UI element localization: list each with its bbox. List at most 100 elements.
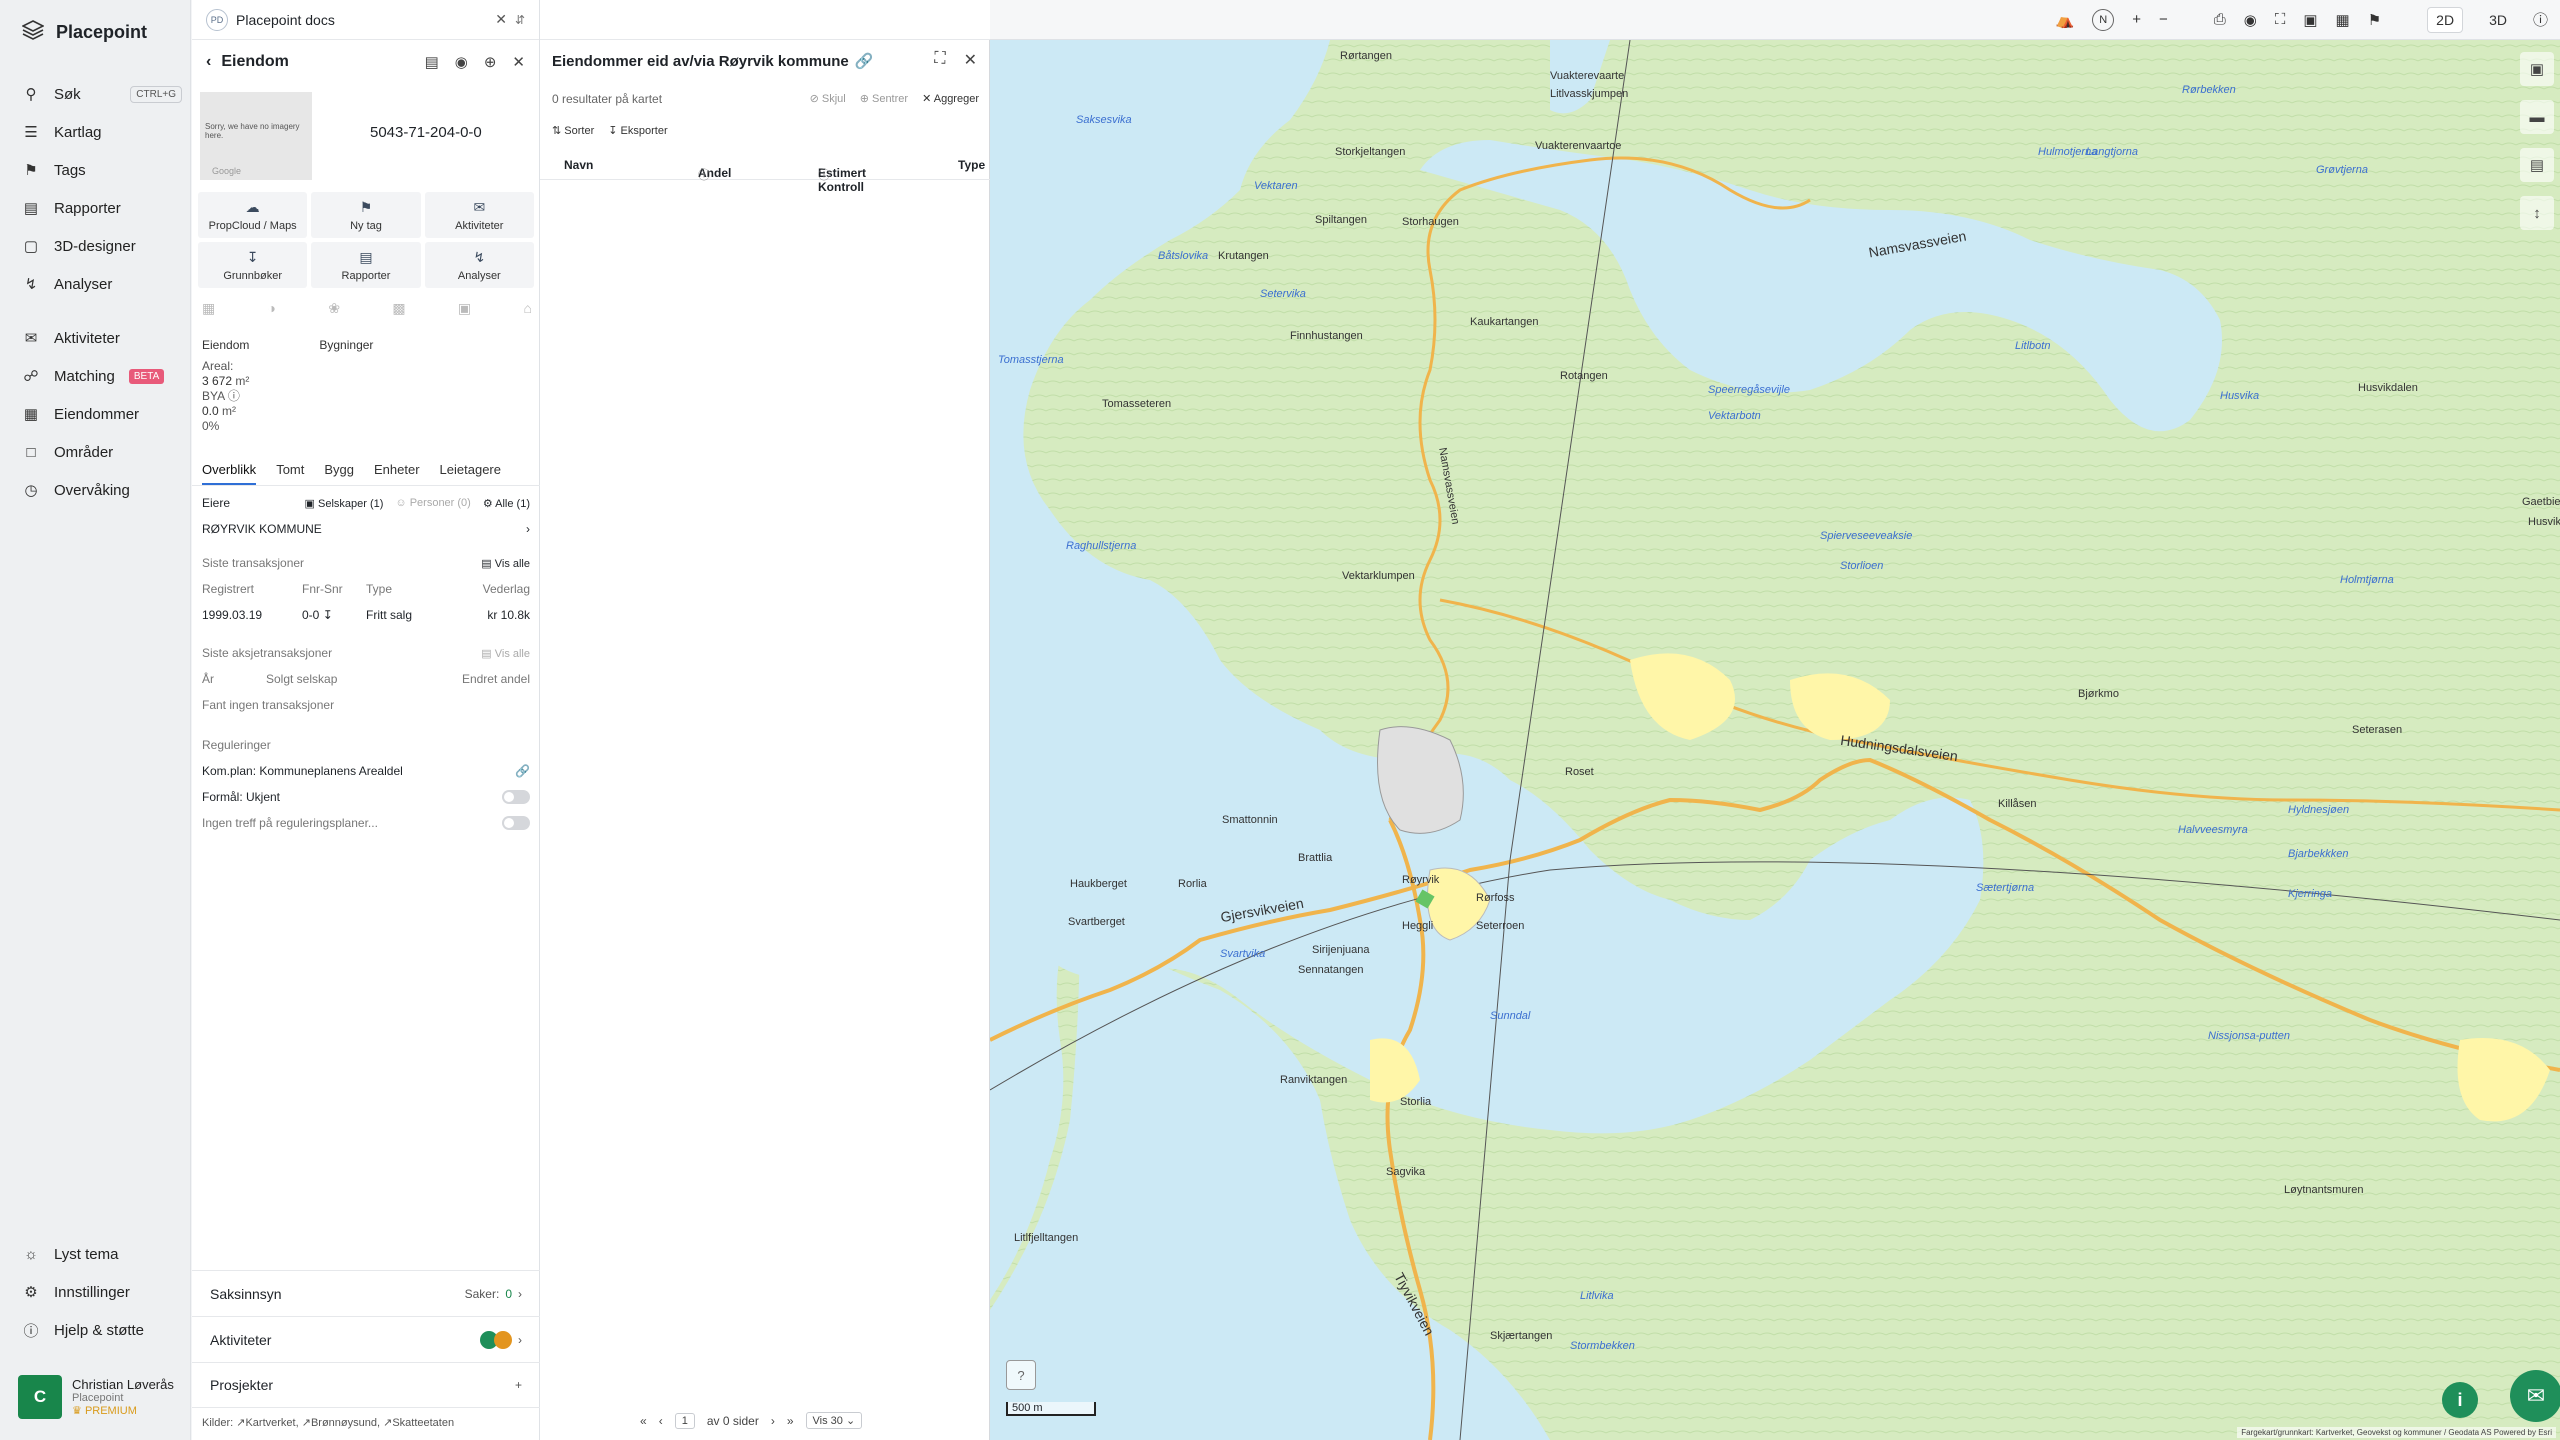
- nav-item-aktiviteter[interactable]: ✉ Aktiviteter: [22, 319, 182, 357]
- center-button[interactable]: ⊕ Sentrer: [860, 92, 908, 105]
- nav-item-matching[interactable]: ☍ Matching BETA: [22, 357, 182, 395]
- prosjekter-section[interactable]: Prosjekter +: [192, 1362, 540, 1408]
- download-icon[interactable]: ↧: [323, 608, 333, 622]
- first-page-icon[interactable]: «: [640, 1414, 647, 1428]
- analyses-button[interactable]: ↯ Analyser: [424, 242, 534, 288]
- sort-button[interactable]: ⇅ Sorter: [552, 124, 594, 137]
- tool-label: Eksporter: [620, 125, 668, 137]
- chat-button[interactable]: ✉: [2510, 1370, 2560, 1422]
- hide-button[interactable]: ⊘ Skjul: [810, 92, 846, 105]
- tek-icon[interactable]: ▣: [458, 300, 471, 317]
- nav-item-settings[interactable]: ⚙ Innstillinger: [22, 1273, 182, 1311]
- nav-label: 3D-designer: [54, 237, 136, 255]
- filter-all[interactable]: ⚙ Alle (1): [483, 497, 530, 510]
- info-button[interactable]: i: [2442, 1382, 2478, 1418]
- regulation-plan[interactable]: Kom.plan: Kommuneplanens Arealdel 🔗: [202, 758, 530, 784]
- saksinnsyn-section[interactable]: Saksinnsyn Saker: 0 ›: [192, 1270, 540, 1316]
- nav-item-3d-designer[interactable]: ▢ 3D-designer: [22, 227, 182, 265]
- fullscreen-icon[interactable]: ⛶: [2275, 11, 2286, 28]
- help-icon[interactable]: ?: [1006, 1360, 1036, 1390]
- close-icon[interactable]: ✕: [512, 53, 525, 71]
- nav-item-analyser[interactable]: ↯ Analyser: [22, 265, 182, 303]
- show-all-share-tx[interactable]: ▤ Vis alle: [481, 647, 530, 660]
- nav-item-eiendommer[interactable]: ▦ Eiendommer: [22, 395, 182, 433]
- layers-icon[interactable]: ▣: [2520, 52, 2554, 86]
- table-row[interactable]: 1999.03.19 0-0 ↧ Fritt salg kr 10.8k: [202, 602, 530, 628]
- nav-item-kartlag[interactable]: ☰ Kartlag: [22, 113, 182, 151]
- col-header-type[interactable]: Type: [958, 158, 985, 172]
- nav-item-tags[interactable]: ⚑ Tags: [22, 151, 182, 189]
- layer-icon[interactable]: ▦: [202, 300, 215, 317]
- chart-icon[interactable]: ▤: [2520, 148, 2554, 182]
- propcloud-button[interactable]: ☁ PropCloud / Maps: [198, 192, 308, 238]
- info-icon[interactable]: ⓘ: [228, 389, 240, 403]
- eye-icon[interactable]: ◉: [455, 53, 468, 71]
- docs-selector[interactable]: PD Placepoint docs ✕ ⇵: [192, 0, 539, 40]
- activities-button[interactable]: ✉ Aktiviteter: [424, 192, 534, 238]
- bars-icon[interactable]: ▩: [392, 300, 405, 317]
- page-input[interactable]: 1: [674, 1412, 695, 1429]
- camera-icon[interactable]: ▣: [2303, 11, 2317, 29]
- compass-icon[interactable]: N: [2092, 8, 2115, 31]
- tab-overblikk[interactable]: Overblikk: [202, 458, 257, 485]
- export-button[interactable]: ↧ Eksporter: [608, 124, 667, 137]
- home-icon[interactable]: ⌂: [523, 300, 531, 317]
- measure-icon[interactable]: ↕: [2520, 196, 2554, 230]
- aktiviteter-section[interactable]: Aktiviteter ›: [192, 1316, 540, 1362]
- tab-enheter[interactable]: Enheter: [374, 458, 420, 485]
- plus-icon[interactable]: +: [515, 1378, 522, 1392]
- nav-item-overvaking[interactable]: ◷ Overvåking: [22, 471, 182, 509]
- tab-tomt[interactable]: Tomt: [276, 458, 304, 485]
- close-icon[interactable]: ✕: [964, 50, 977, 70]
- zoom-out-icon[interactable]: −: [2159, 11, 2168, 28]
- logo[interactable]: Placepoint: [21, 20, 147, 45]
- filter-companies[interactable]: ▣ Selskaper (1): [305, 497, 384, 510]
- next-page-icon[interactable]: ›: [771, 1414, 775, 1428]
- expand-icon[interactable]: ⛶: [934, 50, 945, 70]
- nav-item-help[interactable]: ⓘ Hjelp & støtte: [22, 1311, 182, 1349]
- col-header-navn[interactable]: Navn: [564, 158, 593, 172]
- zoom-in-icon[interactable]: +: [2132, 11, 2141, 28]
- none-toggle[interactable]: [502, 816, 530, 830]
- link-icon[interactable]: 🔗: [515, 764, 530, 778]
- close-icon[interactable]: ✕: [495, 11, 507, 28]
- tab-bygg[interactable]: Bygg: [324, 458, 354, 485]
- info-icon[interactable]: ⓘ: [2533, 9, 2548, 30]
- mode-2d[interactable]: 2D: [2427, 6, 2464, 33]
- show-all-transactions[interactable]: ▤ Vis alle: [481, 557, 530, 570]
- back-icon[interactable]: ‹: [206, 53, 211, 71]
- source-link[interactable]: ↗Skatteetaten: [383, 1417, 454, 1429]
- link-icon[interactable]: 🔗: [855, 52, 874, 70]
- aggregate-button[interactable]: ✕ Aggreger: [922, 92, 979, 105]
- eye-icon[interactable]: ◉: [2244, 11, 2257, 29]
- plant-icon[interactable]: ❀: [328, 300, 340, 317]
- nav-item-search[interactable]: ⚲ Søk CTRL+G: [22, 75, 182, 113]
- ruler-icon[interactable]: ▬: [2520, 100, 2554, 134]
- map-canvas[interactable]: Rørtangen Vuakterevaarte Litlvasskjumpen…: [990, 40, 2560, 1440]
- mode-3d[interactable]: 3D: [2481, 8, 2515, 32]
- print-icon[interactable]: ⎙: [2214, 11, 2226, 28]
- prev-page-icon[interactable]: ‹: [659, 1414, 663, 1428]
- last-page-icon[interactable]: »: [787, 1414, 794, 1428]
- nav-item-light-theme[interactable]: ☼ Lyst tema: [22, 1235, 182, 1273]
- filter-persons[interactable]: ☺ Personer (0): [395, 497, 470, 510]
- bookmark-icon[interactable]: ⚑: [2368, 11, 2381, 29]
- grid-icon[interactable]: ▦: [2336, 11, 2350, 29]
- nav-item-rapporter[interactable]: ▤ Rapporter: [22, 189, 182, 227]
- owner-row[interactable]: RØYRVIK KOMMUNE ›: [202, 516, 530, 542]
- land-register-button[interactable]: ↧ Grunnbøker: [198, 242, 308, 288]
- user-location-icon[interactable]: ⛺: [2056, 11, 2075, 29]
- tab-leietagere[interactable]: Leietagere: [440, 458, 501, 485]
- globe-icon[interactable]: ◑: [268, 300, 276, 317]
- chevron-updown-icon[interactable]: ⇵: [515, 13, 525, 27]
- purpose-toggle[interactable]: [502, 790, 530, 804]
- new-tag-button[interactable]: ⚑ Ny tag: [311, 192, 421, 238]
- user-profile[interactable]: C Christian Løverås Placepoint ♛ PREMIUM: [18, 1372, 182, 1422]
- source-link[interactable]: ↗Brønnøysund,: [302, 1417, 380, 1429]
- reports-button[interactable]: ▤ Rapporter: [311, 242, 421, 288]
- per-page-select[interactable]: Vis 30 ⌄: [805, 1412, 863, 1429]
- source-link[interactable]: ↗Kartverket,: [236, 1417, 298, 1429]
- barcode-icon[interactable]: ▤: [425, 53, 439, 71]
- nav-item-omrader[interactable]: □ Områder: [22, 433, 182, 471]
- plus-circle-icon[interactable]: ⊕: [484, 53, 497, 71]
